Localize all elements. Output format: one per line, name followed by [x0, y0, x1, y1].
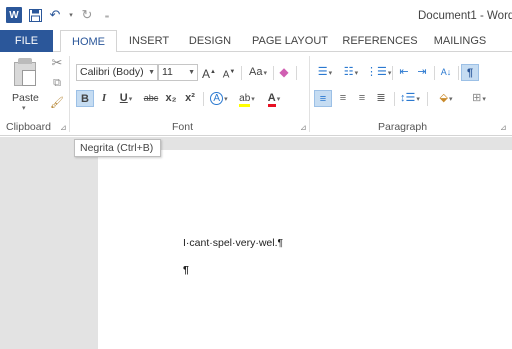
- shading-icon[interactable]: ⬙▾: [432, 90, 460, 107]
- strikethrough-button[interactable]: abc: [142, 90, 160, 107]
- italic-button[interactable]: I: [97, 90, 111, 107]
- tab-mailings[interactable]: MAILINGS: [427, 30, 493, 52]
- paste-dropdown-icon[interactable]: ▾: [22, 104, 26, 112]
- align-center-icon[interactable]: ≡: [335, 90, 351, 107]
- font-size-value: 11: [162, 66, 173, 78]
- title-bar: W ↶ ▾ ↻ ₌ Document1 - Word: [0, 0, 512, 30]
- align-right-icon[interactable]: ≡: [354, 90, 370, 107]
- numbering-icon[interactable]: ☷▾: [340, 64, 362, 81]
- subscript-button[interactable]: x₂: [163, 90, 179, 107]
- separator: [394, 92, 395, 106]
- separator: [458, 66, 459, 80]
- separator: [273, 66, 274, 80]
- font-color-button[interactable]: A▾: [262, 90, 286, 107]
- decrease-indent-icon[interactable]: ⇤: [396, 64, 412, 81]
- change-case-button[interactable]: Aa▾: [245, 64, 271, 81]
- format-painter-icon[interactable]: 🖌: [50, 96, 64, 110]
- separator: [427, 92, 428, 106]
- shrink-font-button[interactable]: A▼: [222, 64, 236, 81]
- chevron-down-icon: ▼: [148, 69, 155, 76]
- bullets-icon[interactable]: ☰▾: [314, 64, 336, 81]
- save-icon[interactable]: [28, 8, 42, 22]
- tab-insert[interactable]: INSERT: [120, 30, 178, 52]
- quick-access-toolbar: W ↶ ▾ ↻ ₌: [6, 7, 114, 23]
- increase-indent-icon[interactable]: ⇥: [414, 64, 430, 81]
- separator: [434, 66, 435, 80]
- grow-font-button[interactable]: A▲: [202, 64, 216, 81]
- font-dialog-launcher-icon[interactable]: ⊿: [300, 123, 307, 132]
- line-spacing-icon[interactable]: ↕☰▾: [398, 90, 422, 107]
- word-app-icon[interactable]: W: [6, 7, 22, 23]
- tab-references[interactable]: REFERENCES: [340, 30, 420, 52]
- underline-button[interactable]: U▾: [114, 90, 138, 107]
- empty-paragraph-mark[interactable]: ¶: [183, 264, 189, 276]
- tab-file[interactable]: FILE: [0, 30, 53, 52]
- group-divider: [69, 56, 70, 132]
- separator: [241, 66, 242, 80]
- font-name-value: Calibri (Body): [80, 66, 144, 78]
- customize-qat-icon[interactable]: ₌: [100, 8, 114, 22]
- separator: [203, 92, 204, 106]
- clipboard-dialog-launcher-icon[interactable]: ⊿: [60, 123, 67, 132]
- paste-icon[interactable]: [12, 58, 38, 86]
- clipboard-group-label: Clipboard: [6, 121, 51, 133]
- text-effects-button[interactable]: A ▾: [207, 90, 231, 107]
- paragraph-group-label: Paragraph: [378, 121, 428, 133]
- bold-tooltip: Negrita (Ctrl+B): [74, 139, 161, 157]
- paragraph-dialog-launcher-icon[interactable]: ⊿: [500, 123, 507, 132]
- paste-button[interactable]: Paste: [12, 92, 39, 104]
- show-hide-marks-button[interactable]: ¶: [461, 64, 479, 81]
- separator: [392, 66, 393, 80]
- tab-design[interactable]: DESIGN: [181, 30, 239, 52]
- font-size-combo[interactable]: 11 ▼: [158, 64, 198, 81]
- undo-icon[interactable]: ↶: [48, 7, 62, 22]
- tab-home[interactable]: HOME: [60, 30, 117, 53]
- highlight-button[interactable]: ab▾: [234, 90, 260, 107]
- undo-dropdown-icon[interactable]: ▾: [68, 8, 74, 22]
- chevron-down-icon: ▼: [188, 69, 195, 76]
- font-group-label: Font: [172, 121, 194, 133]
- document-text-line[interactable]: I·cant·spel·very·wel.¶: [183, 237, 283, 249]
- group-divider: [309, 56, 310, 132]
- borders-icon[interactable]: ⊞▾: [466, 90, 492, 107]
- sort-icon[interactable]: A↓: [438, 64, 454, 81]
- document-title: Document1 - Word: [418, 10, 512, 22]
- redo-icon[interactable]: ↻: [80, 7, 94, 22]
- clear-formatting-icon[interactable]: ◆: [276, 64, 292, 81]
- ribbon-tabs: FILE HOME INSERT DESIGN PAGE LAYOUT REFE…: [0, 30, 512, 53]
- copy-icon[interactable]: ⧉: [50, 76, 64, 90]
- separator: [296, 66, 297, 80]
- bold-button[interactable]: B: [76, 90, 94, 107]
- tab-page-layout[interactable]: PAGE LAYOUT: [246, 30, 334, 52]
- align-left-icon[interactable]: ≡: [314, 90, 332, 107]
- font-name-combo[interactable]: Calibri (Body) ▼: [76, 64, 158, 81]
- cut-icon[interactable]: ✂: [50, 56, 64, 70]
- document-page[interactable]: [98, 150, 512, 349]
- justify-icon[interactable]: ≣: [373, 90, 389, 107]
- multilevel-list-icon[interactable]: ⋮☰▾: [366, 64, 391, 81]
- superscript-button[interactable]: x²: [182, 90, 198, 107]
- ribbon: Paste ▾ ✂ ⧉ 🖌 Clipboard ⊿ Calibri (Body)…: [0, 52, 512, 136]
